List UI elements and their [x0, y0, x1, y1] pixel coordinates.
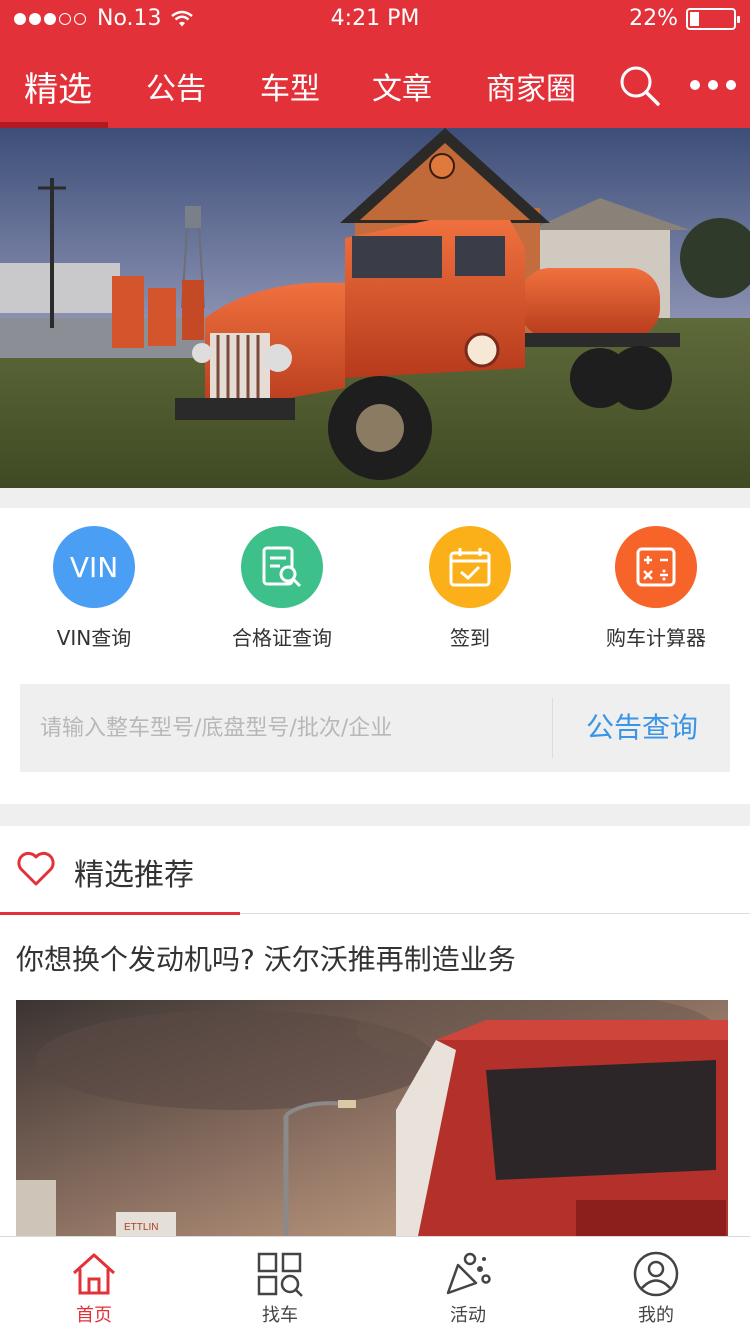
- shortcut-label: 合格证查询: [232, 626, 332, 650]
- bottom-nav: 首页 找车 活动 我的: [0, 1236, 750, 1334]
- tab-models[interactable]: 车型: [260, 64, 320, 108]
- recommend-title: 精选推荐: [74, 858, 194, 893]
- hero-banner[interactable]: [0, 128, 750, 488]
- certificate-search-icon: [241, 526, 323, 608]
- user-icon: [633, 1251, 679, 1297]
- tab-articles[interactable]: 文章: [372, 64, 432, 108]
- tab-announcements[interactable]: 公告: [146, 64, 206, 108]
- home-icon: [72, 1253, 116, 1295]
- status-bar: No.13 4:21 PM 22%: [0, 0, 750, 36]
- svg-text:ETTLIN: ETTLIN: [124, 1222, 158, 1233]
- nav-label: 活动: [450, 1305, 486, 1326]
- status-right: 22%: [629, 6, 740, 31]
- party-icon: [446, 1252, 491, 1295]
- article-image[interactable]: ETTLIN: [16, 1000, 728, 1246]
- heart-icon: [17, 851, 55, 886]
- vin-icon: VIN: [53, 526, 135, 608]
- nav-label: 首页: [76, 1305, 112, 1326]
- recommend-section: 精选推荐 你想换个发动机吗? 沃尔沃推再制造业务 ETTLIN: [0, 826, 750, 1246]
- shortcut-label: VIN查询: [56, 626, 132, 650]
- certificate-query-shortcut[interactable]: 合格证查询: [192, 526, 372, 651]
- check-in-shortcut[interactable]: 签到: [380, 526, 560, 651]
- calculator-icon: [615, 526, 697, 608]
- car-calculator-shortcut[interactable]: 购车计算器: [566, 526, 746, 651]
- grid-search-icon: [257, 1252, 303, 1297]
- battery-icon: [686, 7, 740, 30]
- nav-label: 我的: [638, 1305, 674, 1326]
- recommend-header: 精选推荐: [0, 826, 750, 915]
- article-title[interactable]: 你想换个发动机吗? 沃尔沃推再制造业务: [16, 938, 516, 978]
- model-search-input[interactable]: [20, 684, 550, 772]
- nav-home[interactable]: 首页: [34, 1251, 154, 1327]
- battery-percent: 22%: [629, 6, 678, 31]
- tab-dealers[interactable]: 商家圈: [486, 64, 576, 108]
- vin-query-shortcut[interactable]: VIN VIN查询: [4, 526, 184, 651]
- hero-truck-image: [0, 128, 750, 488]
- article-truck-image: ETTLIN: [16, 1000, 728, 1246]
- recommend-underline: [0, 912, 240, 915]
- calendar-check-icon: [429, 526, 511, 608]
- app-header: No.13 4:21 PM 22% 精选 公告 车型 文章 商家圈: [0, 0, 750, 128]
- tab-featured[interactable]: 精选: [24, 62, 92, 111]
- shortcut-label: 购车计算器: [606, 626, 706, 650]
- announcement-query-button[interactable]: 公告查询: [554, 684, 730, 772]
- nav-profile[interactable]: 我的: [596, 1251, 716, 1327]
- shortcut-panel: VIN VIN查询 合格证查询 签到 购车计算器 请输入整车型号/底盘型号/批次…: [0, 508, 750, 804]
- top-tab-bar: 精选 公告 车型 文章 商家圈: [0, 50, 750, 128]
- more-icon[interactable]: [690, 80, 736, 90]
- query-divider: [552, 698, 553, 758]
- nav-label: 找车: [262, 1305, 298, 1326]
- nav-find-car[interactable]: 找车: [220, 1251, 340, 1327]
- search-icon[interactable]: [618, 64, 662, 108]
- shortcut-label: 签到: [450, 626, 490, 650]
- nav-activities[interactable]: 活动: [408, 1251, 528, 1327]
- announcement-query-bar: 公告查询: [20, 684, 730, 772]
